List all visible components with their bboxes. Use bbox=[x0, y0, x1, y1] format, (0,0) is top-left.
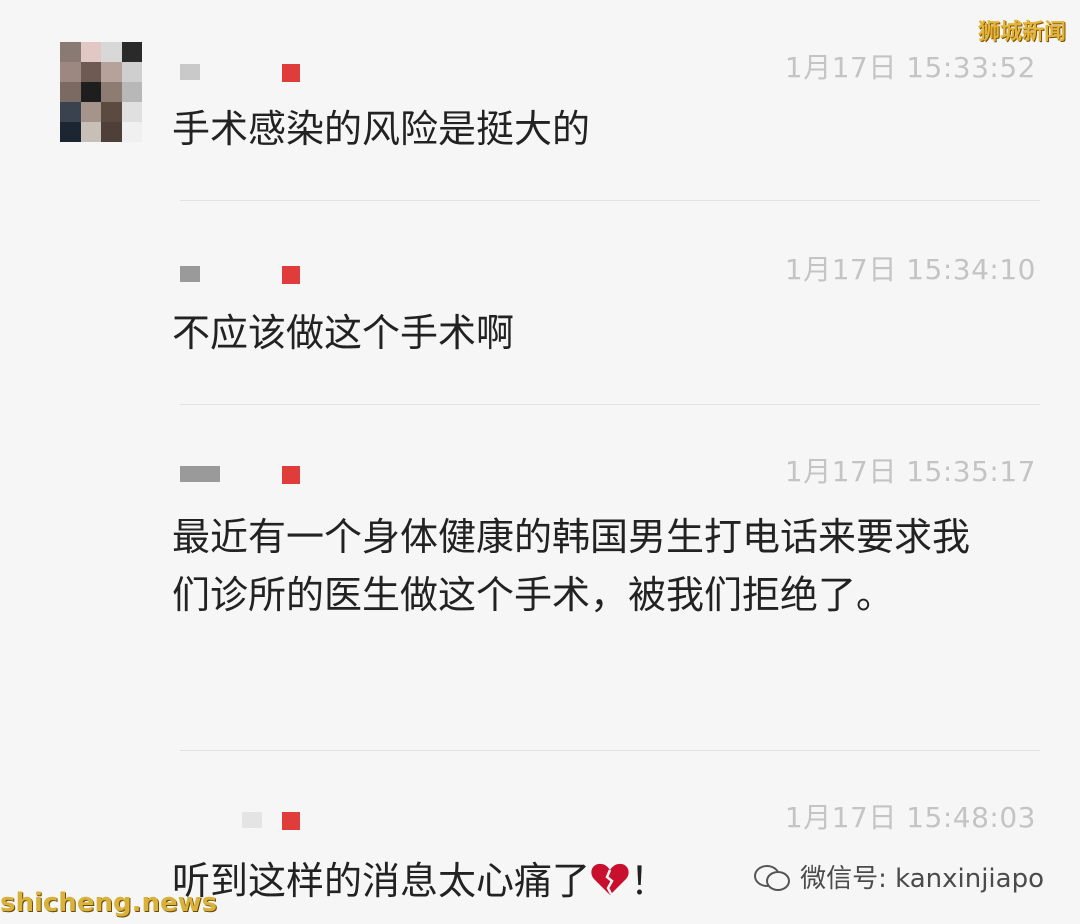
comment-text-main: 听到这样的消息太心痛了 bbox=[172, 859, 591, 903]
broken-heart-icon bbox=[590, 855, 630, 913]
wechat-id: 微信号: kanxinjiapo bbox=[800, 864, 1044, 894]
wechat-icon bbox=[754, 863, 791, 891]
comment-text: 听到这样的消息太心痛了 ！ bbox=[172, 852, 772, 913]
comment-text: 不应该做这个手术啊 bbox=[172, 311, 515, 355]
comment-text-end: ！ bbox=[630, 859, 669, 903]
divider bbox=[180, 404, 1040, 405]
avatar[interactable] bbox=[60, 42, 142, 142]
watermark-top-right: 狮城新闻 bbox=[977, 20, 1066, 45]
comment-text: 最近有一个身体健康的韩国男生打电话来要求我们诊所的医生做这个手术，被我们拒绝了。 bbox=[172, 515, 971, 617]
watermark-bottom-left: shicheng.news bbox=[0, 888, 218, 918]
timestamp: 1月17日 15:35:17 bbox=[784, 455, 1036, 488]
wechat-watermark: 微信号: kanxinjiapo bbox=[754, 858, 1044, 895]
comment-text: 手术感染的风险是挺大的 bbox=[172, 107, 591, 151]
timestamp: 1月17日 15:34:10 bbox=[784, 253, 1036, 286]
divider bbox=[180, 200, 1040, 201]
timestamp: 1月17日 15:48:03 bbox=[784, 801, 1036, 834]
divider bbox=[180, 750, 1040, 751]
timestamp: 1月17日 15:33:52 bbox=[784, 51, 1036, 84]
